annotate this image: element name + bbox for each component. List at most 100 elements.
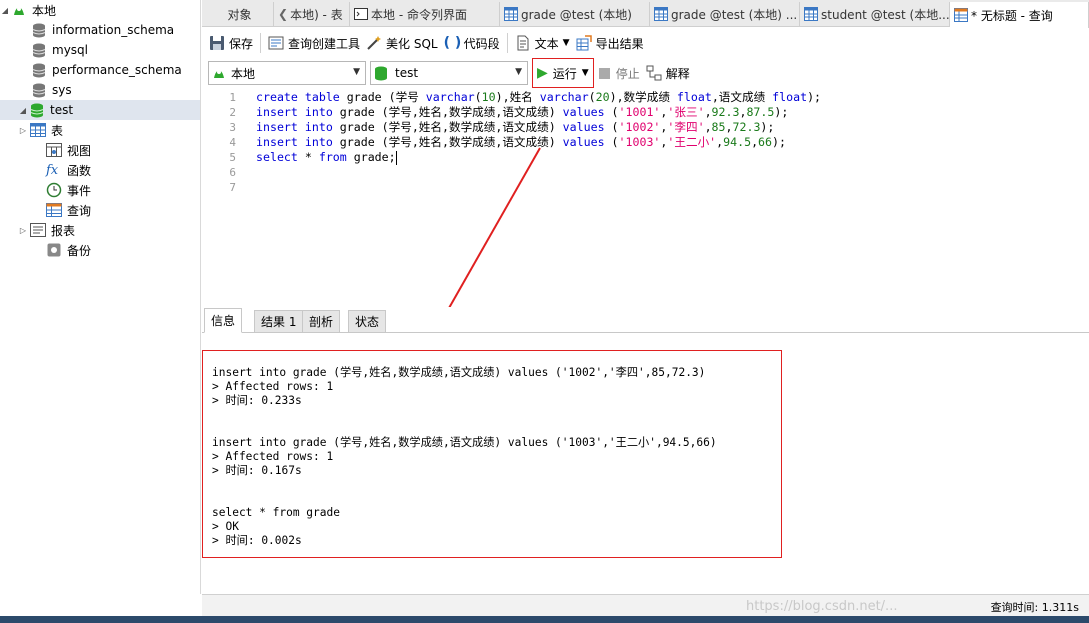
tab-student[interactable]: student @test (本地... (800, 2, 950, 26)
tab-label: student @test (本地... (821, 7, 950, 22)
export-results-button[interactable]: 导出结果 (573, 31, 647, 55)
tab-result-1[interactable]: 结果 1 (254, 310, 304, 333)
tab-command-line[interactable]: 本地 - 命令列界面 (350, 2, 500, 26)
tree-item-tables[interactable]: ▷ 表 (0, 120, 200, 140)
tree-label: 查询 (67, 203, 92, 218)
tree-item-reports[interactable]: ▷ 报表 (0, 220, 200, 240)
code-line[interactable]: create table grade (学号 varchar(10),姓名 va… (256, 90, 821, 105)
db-label: performance_schema (52, 63, 182, 77)
explain-button[interactable]: 解释 (643, 61, 693, 85)
message-line: > 时间: 0.233s (212, 394, 302, 407)
collapse-arrow-icon[interactable]: ◢ (18, 106, 28, 115)
terminal-icon (354, 8, 368, 20)
run-button[interactable]: ▶ 运行 ▼ (532, 58, 594, 88)
database-icon (375, 66, 387, 80)
message-line: > 时间: 0.002s (212, 534, 302, 547)
database-icon (32, 63, 46, 77)
db-label: mysql (52, 43, 88, 57)
save-icon (210, 36, 224, 50)
expand-arrow-icon[interactable]: ▷ (18, 226, 28, 235)
db-item-mysql[interactable]: mysql (0, 40, 200, 60)
result-tab-bar: 信息 结果 1 剖析 状态 (202, 307, 1089, 333)
stop-button[interactable]: 停止 (596, 61, 643, 85)
tab-label: * 无标题 - 查询 (971, 8, 1053, 23)
report-icon (30, 223, 46, 237)
text-menu-label: 文本 (534, 36, 559, 51)
view-icon (46, 143, 62, 157)
connection-node[interactable]: ◢ 本地 (0, 0, 200, 20)
tree-label: 视图 (67, 143, 92, 158)
line-number: 5 (229, 151, 236, 164)
tab-grade-1[interactable]: grade @test (本地) (500, 2, 650, 26)
dropdown-caret-icon: ▼ (562, 38, 570, 48)
toolbar-separator (260, 33, 262, 53)
tab-messages[interactable]: 信息 (204, 308, 243, 333)
db-item-performance-schema[interactable]: performance_schema (0, 60, 200, 80)
tree-label: 事件 (67, 183, 92, 198)
code-snippet-button[interactable]: ( ) 代码段 (441, 31, 503, 55)
tab-objects[interactable]: 对象 (202, 2, 274, 26)
tree-item-functions[interactable]: fx 函数 (0, 160, 200, 180)
tab-label: 对象 (227, 7, 252, 22)
message-line: insert into grade (学号,姓名,数学成绩,语文成绩) valu… (212, 436, 717, 449)
connection-select[interactable]: 本地 ▼ (208, 61, 366, 85)
connection-label: 本地 (32, 3, 57, 18)
tab-status[interactable]: 状态 (348, 310, 387, 333)
db-item-sys[interactable]: sys (0, 80, 200, 100)
expand-arrow-icon[interactable]: ▷ (18, 126, 28, 135)
connection-icon (214, 70, 224, 78)
line-number: 6 (229, 166, 236, 179)
tab-label: 本地) - 表 (290, 7, 343, 22)
tab-label: 本地 - 命令列界面 (371, 7, 467, 22)
tree-item-queries[interactable]: 查询 (0, 200, 200, 220)
tab-bar: 对象 ❮ 本地) - 表 本地 - 命令列界面 grade @test (本地)… (202, 0, 1089, 28)
line-number: 7 (229, 181, 236, 194)
tab-untitled-query[interactable]: * 无标题 - 查询 (950, 2, 1089, 28)
braces-icon: ( ) (443, 35, 462, 51)
code-line[interactable]: insert into grade (学号,姓名,数学成绩,语文成绩) valu… (256, 135, 786, 150)
tree-item-backups[interactable]: 备份 (0, 240, 200, 260)
table-icon (30, 123, 46, 137)
query-icon (954, 8, 968, 22)
code-line[interactable]: insert into grade (学号,姓名,数学成绩,语文成绩) valu… (256, 105, 788, 120)
db-item-test[interactable]: ◢ test (0, 100, 200, 120)
function-icon: fx (46, 162, 59, 178)
beautify-sql-button[interactable]: 美化 SQL (363, 31, 441, 55)
tab-table-design[interactable]: ❮ 本地) - 表 (274, 2, 350, 26)
dropdown-caret-icon: ▼ (581, 68, 589, 78)
db-item-information-schema[interactable]: information_schema (0, 20, 200, 40)
tab-label: 信息 (211, 314, 236, 328)
collapse-arrow-icon[interactable]: ◢ (0, 6, 10, 15)
line-number: 1 (229, 91, 236, 104)
db-label: test (50, 103, 74, 117)
tab-grade-2[interactable]: grade @test (本地) ... (650, 2, 800, 26)
explain-label: 解释 (665, 66, 690, 81)
sql-editor[interactable]: 1 2 3 4 5 6 7 create table grade (学号 var… (202, 89, 1089, 306)
query-builder-button[interactable]: 查询创建工具 (265, 31, 363, 55)
tab-label: 结果 1 (261, 315, 297, 329)
database-select[interactable]: test ▼ (370, 61, 528, 85)
text-document-icon (517, 35, 529, 51)
message-line: > 时间: 0.167s (212, 464, 302, 477)
save-label: 保存 (229, 36, 254, 51)
code-snippet-label: 代码段 (463, 36, 500, 51)
tab-profile[interactable]: 剖析 (302, 310, 341, 333)
db-label: sys (52, 83, 72, 97)
chevron-left-icon: ❮ (278, 7, 289, 21)
line-number: 4 (229, 136, 236, 149)
tree-item-events[interactable]: 事件 (0, 180, 200, 200)
connection-toolbar: 本地 ▼ test ▼ ▶ 运行 ▼ 停止 解释 (202, 58, 1089, 88)
message-line: > OK (212, 520, 239, 533)
navigation-pane: ◢ 本地 information_schema mysql performanc… (0, 0, 201, 594)
text-menu-button[interactable]: 文本 ▼ (512, 31, 573, 55)
stop-label: 停止 (615, 66, 640, 81)
database-icon (32, 83, 46, 97)
text-cursor (396, 151, 397, 165)
event-clock-icon (46, 182, 62, 198)
save-button[interactable]: 保存 (206, 31, 256, 55)
database-icon (30, 103, 44, 117)
code-line[interactable]: insert into grade (学号,姓名,数学成绩,语文成绩) valu… (256, 120, 774, 135)
code-line[interactable]: select * from grade; (256, 150, 396, 165)
tree-item-views[interactable]: 视图 (0, 140, 200, 160)
db-label: information_schema (52, 23, 175, 37)
